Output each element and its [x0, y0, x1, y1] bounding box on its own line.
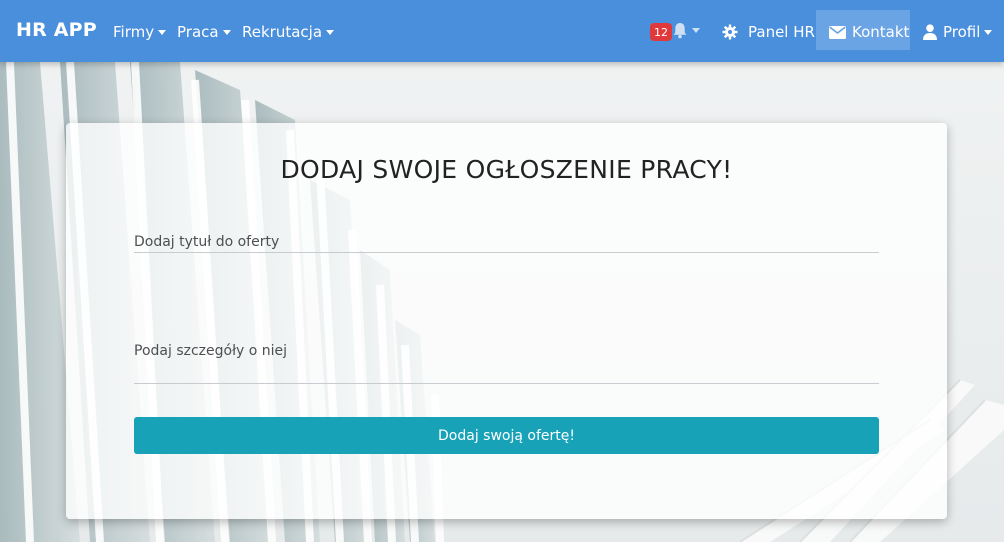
nav-profil-dropdown[interactable]: Profil [923, 22, 993, 42]
submit-offer-button[interactable]: Dodaj swoją ofertę! [134, 417, 879, 454]
job-details-textarea[interactable] [134, 340, 879, 384]
notifications-dropdown[interactable] [672, 22, 700, 39]
user-icon [923, 24, 937, 40]
nav-praca-label: Praca [177, 23, 219, 41]
nav-kontakt[interactable]: Kontakt [829, 22, 909, 42]
nav-praca-dropdown[interactable]: Praca [177, 22, 231, 42]
envelope-icon [829, 25, 846, 39]
nav-panel-hr-label: Panel HR [748, 23, 815, 41]
nav-rekrutacja-label: Rekrutacja [242, 23, 323, 41]
nav-firmy-label: Firmy [113, 23, 155, 41]
nav-rekrutacja-dropdown[interactable]: Rekrutacja [242, 22, 335, 42]
chevron-down-icon [222, 29, 231, 35]
bell-icon [673, 23, 687, 39]
nav-firmy-dropdown[interactable]: Firmy [113, 22, 167, 42]
job-details-field [134, 340, 879, 388]
gear-icon [722, 24, 738, 40]
chevron-down-icon [326, 29, 335, 35]
job-title-field [134, 230, 879, 253]
app-brand[interactable]: HR APP [16, 19, 97, 41]
chevron-down-icon [692, 28, 700, 33]
nav-profil-label: Profil [943, 23, 981, 41]
form-title: DODAJ SWOJE OGŁOSZENIE PRACY! [280, 155, 733, 184]
job-offer-form-card: DODAJ SWOJE OGŁOSZENIE PRACY! Dodaj swoj… [66, 123, 947, 519]
notification-count-badge: 12 [650, 23, 672, 41]
job-title-input[interactable] [134, 230, 879, 253]
nav-kontakt-label: Kontakt [852, 23, 910, 41]
chevron-down-icon [158, 29, 167, 35]
top-navbar: HR APP Firmy Praca Rekrutacja 12 Panel H… [0, 0, 1004, 62]
chevron-down-icon [984, 29, 993, 35]
nav-panel-hr[interactable]: Panel HR [722, 22, 815, 42]
